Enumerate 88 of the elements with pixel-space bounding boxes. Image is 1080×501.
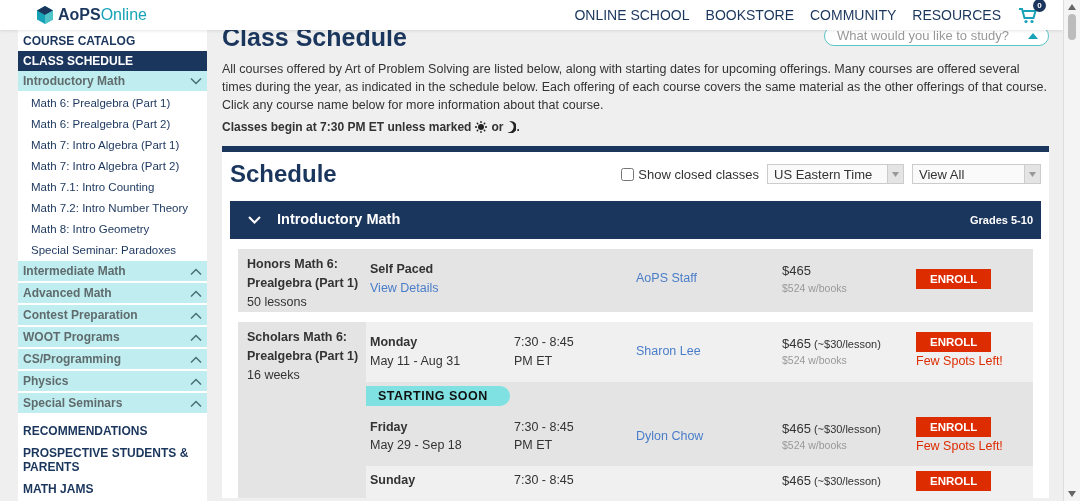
chevron-icon: [190, 77, 202, 85]
cart-count: 0: [1033, 0, 1046, 12]
sidebar-link[interactable]: RECOMMENDATIONS: [18, 423, 207, 439]
dropdown-arrow-icon: [892, 171, 899, 177]
sidebar-link[interactable]: COURSE CATALOG: [18, 31, 207, 51]
sidebar-link[interactable]: MATH JAMS: [18, 481, 207, 497]
session-day: Friday: [370, 417, 514, 437]
caret-icon: [1028, 33, 1038, 39]
sidebar-category[interactable]: Contest Preparation: [18, 305, 207, 325]
chevron-icon: [190, 267, 202, 275]
intro-paragraph: All courses offered by Art of Problem Solving are listed below, along with starting dates for upcoming offerings. Many courses are offered several times during the year, as indicated in the schedule below. Each offering of each course covers the same material as the other offerings of that course. Click any course name below for more information about that course.: [222, 61, 1048, 114]
note-text: or: [491, 119, 504, 136]
scroll-down-icon[interactable]: [1068, 491, 1076, 497]
books-price: $524 w/books: [782, 438, 848, 454]
session-dates: May 11 - Aug 31: [370, 352, 462, 370]
enroll-button[interactable]: ENROLL: [916, 416, 992, 437]
sidebar-category[interactable]: CS/Programming: [18, 349, 207, 369]
sidebar-link[interactable]: PROSPECTIVE STUDENTS & PARENTS: [18, 445, 207, 475]
sidebar-item[interactable]: Special Seminar: Paradoxes: [18, 240, 207, 261]
chevron-icon: [190, 333, 202, 341]
books-price: $524 w/books: [782, 353, 848, 369]
category-title: Introductory Math: [277, 209, 401, 229]
availability-note: Few Spots Left!: [916, 437, 1004, 455]
sidebar-item[interactable]: Math 8: Intro Geometry: [18, 219, 207, 240]
chevron-icon: [190, 377, 202, 385]
sidebar-item[interactable]: Math 7: Intro Algebra (Part 1): [18, 135, 207, 156]
chevron-icon: [190, 355, 202, 363]
session-dates: May 29 - Sep 18: [370, 437, 463, 455]
moon-icon: [507, 121, 517, 133]
course-name[interactable]: Scholars Math 6: Prealgebra (Part 1): [247, 327, 366, 366]
sidebar-category[interactable]: WOOT Programs: [18, 327, 207, 347]
sidebar-category[interactable]: Physics: [18, 371, 207, 391]
note-text: .: [516, 119, 520, 136]
sidebar-item[interactable]: Math 7.2: Intro Number Theory: [18, 198, 207, 219]
sidebar-item[interactable]: Math 7: Intro Algebra (Part 2): [18, 156, 207, 177]
cart-icon[interactable]: [1019, 7, 1037, 24]
price: $465: [782, 263, 811, 279]
nav-link[interactable]: ONLINE SCHOOL: [574, 4, 690, 26]
sidebar-category[interactable]: Intermediate Math: [18, 261, 207, 281]
note-text: Classes begin at 7:30 PM ET unless marked: [222, 119, 472, 136]
session-time: 7:30 - 8:45 PM ET: [514, 418, 575, 455]
session-time: 7:30 - 8:45 PM ET: [514, 333, 575, 370]
sidebar-item[interactable]: Math 7.1: Intro Counting: [18, 177, 207, 198]
nav-link[interactable]: BOOKSTORE: [705, 4, 794, 26]
sun-icon: [475, 121, 488, 133]
session-day: Sunday: [370, 471, 514, 491]
price: $465: [782, 473, 811, 489]
logo-text[interactable]: AoPSOnline: [58, 3, 147, 27]
timezone-select[interactable]: US Eastern Time: [767, 164, 904, 185]
scroll-up-icon[interactable]: [1068, 4, 1076, 10]
enroll-button[interactable]: ENROLL: [916, 471, 992, 492]
course-length: 50 lessons: [247, 293, 308, 311]
per-lesson-price: (~$30/lesson): [813, 337, 881, 350]
chevron-icon: [190, 399, 202, 407]
availability-note: Few Spots Left!: [916, 353, 1004, 371]
nav-link[interactable]: RESOURCES: [912, 4, 1001, 26]
schedule-title: Schedule: [230, 160, 337, 189]
books-price: $524 w/books: [782, 280, 848, 296]
grades-label: Grades 5-10: [970, 212, 1033, 228]
price: $465: [782, 335, 811, 351]
sidebar-category[interactable]: Advanced Math: [18, 283, 207, 303]
course-name[interactable]: Honors Math 6: Prealgebra (Part 1): [247, 254, 366, 293]
instructor-link[interactable]: Sharon Lee: [636, 344, 701, 359]
sidebar-item[interactable]: Math 6: Prealgebra (Part 1): [18, 93, 207, 114]
per-lesson-price: (~$30/lesson): [813, 475, 881, 488]
view-select[interactable]: View All: [912, 164, 1041, 185]
chevron-icon: [190, 311, 202, 319]
course-length: 16 weeks: [247, 366, 301, 384]
enroll-button[interactable]: ENROLL: [916, 332, 992, 353]
chevron-icon: [190, 289, 202, 297]
session-day: Self Paced: [370, 260, 514, 279]
per-lesson-price: (~$30/lesson): [813, 422, 881, 435]
category-header[interactable]: Introductory Math Grades 5-10: [230, 200, 1041, 239]
dropdown-arrow-icon: [1029, 171, 1036, 177]
sidebar-category[interactable]: Introductory Math: [18, 71, 207, 91]
session-time: 7:30 - 8:45: [514, 472, 575, 490]
nav-link[interactable]: COMMUNITY: [810, 4, 897, 26]
enroll-button[interactable]: ENROLL: [916, 268, 992, 289]
price: $465: [782, 420, 811, 436]
scrollbar-thumb[interactable]: [1068, 14, 1076, 40]
session-day: Monday: [370, 332, 514, 352]
logo-icon: [36, 5, 54, 25]
status-badge: STARTING SOON: [366, 385, 510, 407]
sidebar-category[interactable]: Special Seminars: [18, 393, 207, 413]
show-closed-checkbox[interactable]: [621, 167, 635, 181]
checkbox-label: Show closed classes: [638, 165, 759, 184]
sidebar-item[interactable]: Math 6: Prealgebra (Part 2): [18, 114, 207, 135]
sidebar-link[interactable]: CLASS SCHEDULE: [18, 51, 207, 71]
